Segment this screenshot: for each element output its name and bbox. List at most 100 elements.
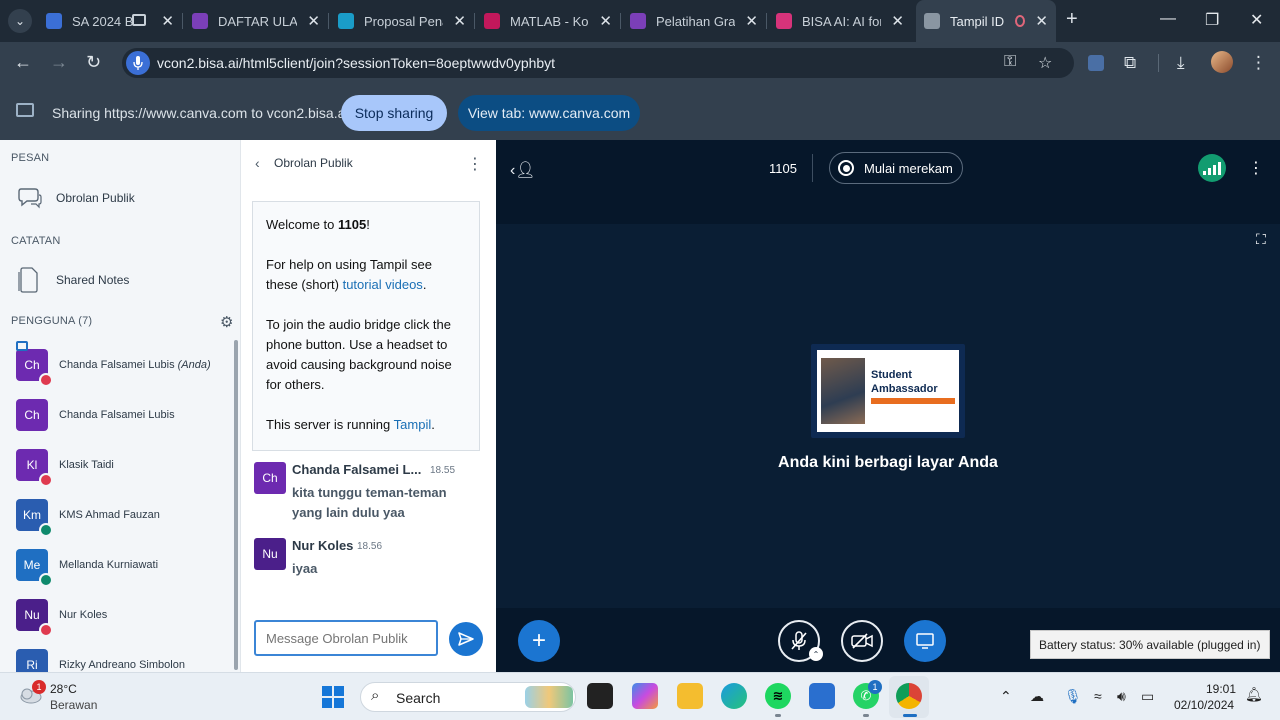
tab-title: Pelatihan Grat: [656, 13, 736, 29]
forward-button[interactable]: →: [50, 52, 68, 73]
taskbar-search[interactable]: ⌕ Search: [360, 682, 576, 712]
close-tab-icon[interactable]: ✕: [453, 12, 466, 30]
start-recording-button[interactable]: Mulai merekam: [829, 152, 963, 184]
chevron-left-icon[interactable]: ‹: [255, 155, 260, 171]
profile-avatar[interactable]: [1211, 51, 1233, 73]
message-time: 18.56: [357, 541, 383, 552]
battery-charging-icon[interactable]: ▭: [1141, 688, 1154, 705]
welcome-paragraph-2: For help on using Tampil see these (shor…: [266, 257, 432, 292]
bookmark-star-icon[interactable]: ☆: [1038, 53, 1052, 73]
chat-message: Ch Chanda Falsamei L... 18.55 kita tunggu t…: [254, 462, 484, 522]
clock-time[interactable]: 19:01: [1206, 682, 1236, 696]
view-tab-button[interactable]: View tab: www.canva.com: [458, 95, 640, 131]
message-sender: Chanda Falsamei L...: [292, 462, 422, 477]
send-icon: [458, 632, 474, 646]
taskbar: 1 28°C Berawan ⌕ Search ≋ ✆ 1 ⌃ ☁ 🎙︎ ≈ 🔊…: [0, 672, 1280, 720]
minimize-button[interactable]: —: [1160, 10, 1176, 28]
avatar: Ch: [254, 462, 286, 494]
sharing-message: Anda kini berbagi layar Anda: [778, 454, 998, 471]
file-explorer-folder-icon[interactable]: [677, 683, 703, 709]
tab-title: DAFTAR ULAN: [218, 13, 298, 29]
connection-status-icon[interactable]: [1198, 154, 1226, 182]
camera-off-button[interactable]: [841, 620, 883, 662]
spotify-icon[interactable]: ≋: [765, 683, 791, 709]
user-list-item[interactable]: Ch Chanda Falsamei Lubis (Anda): [0, 341, 232, 389]
extensions-puzzle-icon[interactable]: ⧉: [1124, 53, 1136, 73]
reload-button[interactable]: ↻: [86, 52, 101, 73]
chrome-icon[interactable]: [896, 683, 922, 709]
screen-share-button[interactable]: [904, 620, 946, 662]
toggle-user-list-icon[interactable]: ‹👤︎: [510, 160, 536, 180]
toolbar-divider: [1158, 54, 1159, 72]
browser-menu-icon[interactable]: ⋮: [1250, 53, 1267, 73]
back-button[interactable]: ←: [14, 52, 32, 73]
microphone-in-use-icon[interactable]: [126, 51, 150, 75]
actions-plus-button[interactable]: +: [518, 620, 560, 662]
chat-panel: ‹ Obrolan Publik ⋮ Welcome to 1105! For …: [240, 140, 496, 672]
cloud-sync-icon[interactable]: ☁: [1030, 688, 1044, 705]
welcome-paragraph-4: This server is running Tampil.: [266, 417, 435, 432]
download-icon[interactable]: ⤓: [1177, 53, 1185, 73]
stop-sharing-button[interactable]: Stop sharing: [341, 95, 447, 131]
clock-date[interactable]: 02/10/2024: [1174, 698, 1234, 712]
sidebar-item-public-chat[interactable]: Obrolan Publik: [0, 180, 238, 216]
address-bar[interactable]: vcon2.bisa.ai/html5client/join?sessionTo…: [122, 48, 1074, 78]
close-tab-icon[interactable]: ✕: [161, 12, 174, 30]
close-tab-icon[interactable]: ✕: [1035, 12, 1048, 30]
monitor-icon: [916, 633, 934, 649]
microsoft-store-icon[interactable]: [809, 683, 835, 709]
browser-tab[interactable]: Proposal Pena ✕: [330, 6, 474, 36]
close-tab-icon[interactable]: ✕: [745, 12, 758, 30]
windows-start-button[interactable]: [322, 686, 344, 708]
chat-options-icon[interactable]: ⋮: [467, 154, 483, 174]
users-settings-gear-icon[interactable]: ⚙: [220, 313, 233, 331]
sidebar-scrollbar[interactable]: [234, 340, 238, 670]
new-tab-button[interactable]: +: [1066, 8, 1078, 31]
close-tab-icon[interactable]: ✕: [307, 12, 320, 30]
user-list-item[interactable]: Me Mellanda Kurniawati: [0, 543, 232, 589]
audio-options-caret[interactable]: ⌃: [809, 647, 823, 661]
tab-title: BISA AI: AI for: [802, 13, 882, 29]
file-explorer-dark-icon[interactable]: [587, 683, 613, 709]
browser-tab[interactable]: SA 2024 B ✕: [38, 6, 182, 36]
weather-temperature[interactable]: 28°C: [50, 682, 77, 696]
password-key-icon[interactable]: ⚿: [1004, 53, 1016, 71]
edge-browser-icon[interactable]: [721, 683, 747, 709]
user-list-item[interactable]: Ri Rizky Andreano Simbolon: [0, 643, 232, 672]
tab-title: MATLAB - Kon: [510, 13, 590, 29]
browser-tab[interactable]: Pelatihan Grat ✕: [622, 6, 766, 36]
chat-panel-title[interactable]: Obrolan Publik: [274, 156, 353, 170]
browser-tab[interactable]: Tampil ID ✕: [916, 0, 1056, 42]
show-hidden-icons-chevron[interactable]: ⌃: [1000, 688, 1012, 705]
browser-tab[interactable]: MATLAB - Kon ✕: [476, 6, 620, 36]
maximize-button[interactable]: ❐: [1205, 10, 1219, 30]
weather-description[interactable]: Berawan: [50, 698, 97, 712]
close-window-button[interactable]: ✕: [1250, 10, 1263, 30]
send-message-button[interactable]: [449, 622, 483, 656]
meeting-options-icon[interactable]: ⋮: [1248, 158, 1264, 178]
main-presentation-area: ‹👤︎ 1105 Mulai merekam ⋮ ⛶ Student Ambas…: [496, 140, 1280, 672]
search-highlight-image: [525, 686, 573, 708]
tampil-link[interactable]: Tampil: [394, 417, 432, 432]
wifi-icon[interactable]: ≈: [1094, 688, 1102, 704]
sidebar-item-shared-notes[interactable]: Shared Notes: [0, 262, 238, 298]
notification-bell-icon[interactable]: 🔔︎: [1245, 686, 1263, 703]
url-text[interactable]: vcon2.bisa.ai/html5client/join?sessionTo…: [157, 55, 555, 71]
browser-tab[interactable]: DAFTAR ULAN ✕: [184, 6, 328, 36]
browser-tab[interactable]: BISA AI: AI for ✕: [768, 6, 912, 36]
tutorial-videos-link[interactable]: tutorial videos: [343, 277, 423, 292]
user-list-item[interactable]: Kl Klasik Taidi: [0, 443, 232, 489]
fullscreen-icon[interactable]: ⛶: [1256, 231, 1266, 248]
user-list-item[interactable]: Km KMS Ahmad Fauzan: [0, 493, 232, 539]
volume-icon[interactable]: 🔊︎: [1117, 688, 1126, 705]
user-list-item[interactable]: Nu Nur Koles: [0, 593, 232, 639]
copilot-icon[interactable]: [632, 683, 658, 709]
screen-sharing-bar: Sharing https://www.canva.com to vcon2.b…: [0, 84, 1280, 140]
close-tab-icon[interactable]: ✕: [599, 12, 612, 30]
user-list-item[interactable]: Ch Chanda Falsamei Lubis: [0, 393, 232, 439]
microphone-tray-icon[interactable]: 🎙︎: [1064, 688, 1082, 705]
tab-search-button[interactable]: ⌄: [8, 9, 32, 33]
extension-cursor-icon[interactable]: [1088, 55, 1104, 71]
close-tab-icon[interactable]: ✕: [891, 12, 904, 30]
chat-message-input[interactable]: [254, 620, 438, 656]
